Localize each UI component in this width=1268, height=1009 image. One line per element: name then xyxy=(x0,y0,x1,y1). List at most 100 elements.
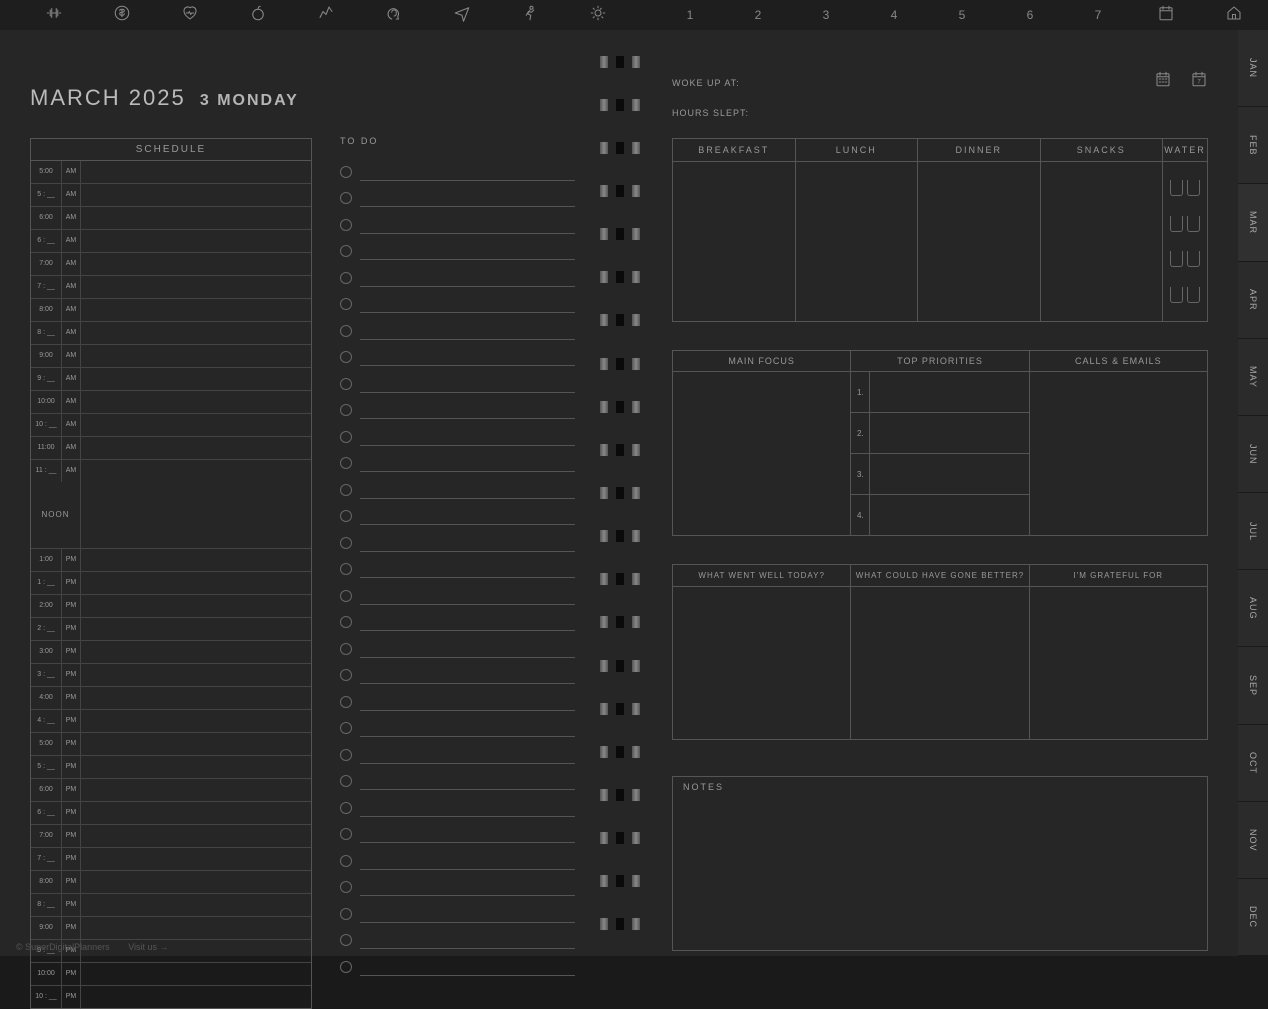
schedule-row[interactable]: 5 : __AM xyxy=(31,184,311,207)
todo-row[interactable] xyxy=(340,764,575,791)
checkbox-circle-icon[interactable] xyxy=(340,192,352,204)
month-tab-jan[interactable]: JAN xyxy=(1238,30,1268,107)
schedule-row[interactable]: 7:00PM xyxy=(31,825,311,848)
checkbox-circle-icon[interactable] xyxy=(340,961,352,973)
nutrition-icon[interactable] xyxy=(224,4,292,27)
month-view-icon[interactable] xyxy=(1154,70,1172,93)
month-tab-dec[interactable]: DEC xyxy=(1238,879,1268,956)
water-glass-icon[interactable] xyxy=(1170,180,1183,196)
month-tab-oct[interactable]: OCT xyxy=(1238,725,1268,802)
checkbox-circle-icon[interactable] xyxy=(340,775,352,787)
checkbox-circle-icon[interactable] xyxy=(340,484,352,496)
day-2[interactable]: 2 xyxy=(724,8,792,22)
footer-link[interactable]: Visit us → xyxy=(128,942,168,952)
todo-row[interactable] xyxy=(340,393,575,420)
schedule-row[interactable]: 8:00AM xyxy=(31,299,311,322)
checkbox-circle-icon[interactable] xyxy=(340,378,352,390)
todo-row[interactable] xyxy=(340,790,575,817)
checkbox-circle-icon[interactable] xyxy=(340,457,352,469)
day-1[interactable]: 1 xyxy=(656,8,724,22)
todo-row[interactable] xyxy=(340,923,575,950)
day-4[interactable]: 4 xyxy=(860,8,928,22)
todo-row[interactable] xyxy=(340,499,575,526)
todo-row[interactable] xyxy=(340,525,575,552)
schedule-row[interactable]: 8 : __AM xyxy=(31,322,311,345)
checkbox-circle-icon[interactable] xyxy=(340,934,352,946)
todo-row[interactable] xyxy=(340,419,575,446)
schedule-noon[interactable]: NOON xyxy=(31,482,311,549)
checkbox-circle-icon[interactable] xyxy=(340,749,352,761)
month-tab-may[interactable]: MAY xyxy=(1238,339,1268,416)
reflection-table[interactable]: WHAT WENT WELL TODAY? WHAT COULD HAVE GO… xyxy=(672,564,1208,740)
day-3[interactable]: 3 xyxy=(792,8,860,22)
schedule-row[interactable]: 7 : __AM xyxy=(31,276,311,299)
schedule-row[interactable]: 4 : __PM xyxy=(31,710,311,733)
schedule-row[interactable]: 10 : __AM xyxy=(31,414,311,437)
schedule-table[interactable]: SCHEDULE 5:00AM5 : __AM6:00AM6 : __AM7:0… xyxy=(30,138,312,1009)
hours-slept-label[interactable]: HOURS SLEPT: xyxy=(672,108,749,118)
checkbox-circle-icon[interactable] xyxy=(340,537,352,549)
todo-row[interactable] xyxy=(340,737,575,764)
meals-table[interactable]: BREAKFAST LUNCH DINNER SNACKS WATER xyxy=(672,138,1208,322)
day-6[interactable]: 6 xyxy=(996,8,1064,22)
schedule-row[interactable]: 9 : __AM xyxy=(31,368,311,391)
water-glass-icon[interactable] xyxy=(1187,287,1200,303)
water-glass-icon[interactable] xyxy=(1170,251,1183,267)
schedule-row[interactable]: 9:00PM xyxy=(31,917,311,940)
health-icon[interactable] xyxy=(156,4,224,27)
fitness-icon[interactable] xyxy=(20,4,88,27)
todo-row[interactable] xyxy=(340,684,575,711)
schedule-row[interactable]: 5 : __PM xyxy=(31,756,311,779)
home-icon[interactable] xyxy=(1200,4,1268,27)
checkbox-circle-icon[interactable] xyxy=(340,563,352,575)
checkbox-circle-icon[interactable] xyxy=(340,325,352,337)
schedule-row[interactable]: 9:00AM xyxy=(31,345,311,368)
day-5[interactable]: 5 xyxy=(928,8,996,22)
todo-row[interactable] xyxy=(340,870,575,897)
schedule-row[interactable]: 6:00AM xyxy=(31,207,311,230)
schedule-row[interactable]: 3 : __PM xyxy=(31,664,311,687)
todo-row[interactable] xyxy=(340,949,575,976)
month-tab-aug[interactable]: AUG xyxy=(1238,570,1268,647)
water-glass-icon[interactable] xyxy=(1187,216,1200,232)
schedule-row[interactable]: 6 : __PM xyxy=(31,802,311,825)
schedule-row[interactable]: 6 : __AM xyxy=(31,230,311,253)
checkbox-circle-icon[interactable] xyxy=(340,298,352,310)
checkbox-circle-icon[interactable] xyxy=(340,669,352,681)
focus-table[interactable]: MAIN FOCUS TOP PRIORITIES 1. 2. 3. 4. CA… xyxy=(672,350,1208,536)
notes-box[interactable]: NOTES xyxy=(672,776,1208,951)
todo-row[interactable] xyxy=(340,234,575,261)
schedule-row[interactable]: 6:00PM xyxy=(31,779,311,802)
calendar-icon[interactable] xyxy=(1132,4,1200,27)
todo-row[interactable] xyxy=(340,472,575,499)
schedule-row[interactable]: 8 : __PM xyxy=(31,894,311,917)
checkbox-circle-icon[interactable] xyxy=(340,351,352,363)
finance-icon[interactable] xyxy=(88,4,156,27)
todo-row[interactable] xyxy=(340,896,575,923)
todo-row[interactable] xyxy=(340,552,575,579)
month-tab-jul[interactable]: JUL xyxy=(1238,493,1268,570)
schedule-row[interactable]: 7:00AM xyxy=(31,253,311,276)
todo-row[interactable] xyxy=(340,711,575,738)
schedule-row[interactable]: 10:00AM xyxy=(31,391,311,414)
productivity-icon[interactable] xyxy=(292,4,360,27)
schedule-row[interactable]: 8:00PM xyxy=(31,871,311,894)
water-glass-icon[interactable] xyxy=(1187,251,1200,267)
todo-row[interactable] xyxy=(340,605,575,632)
todo-row[interactable] xyxy=(340,446,575,473)
schedule-row[interactable]: 4:00PM xyxy=(31,687,311,710)
todo-row[interactable] xyxy=(340,181,575,208)
schedule-row[interactable]: 5:00PM xyxy=(31,733,311,756)
schedule-row[interactable]: 5:00AM xyxy=(31,161,311,184)
water-glass-icon[interactable] xyxy=(1170,287,1183,303)
todo-row[interactable] xyxy=(340,843,575,870)
checkbox-circle-icon[interactable] xyxy=(340,219,352,231)
checkbox-circle-icon[interactable] xyxy=(340,245,352,257)
todo-row[interactable] xyxy=(340,817,575,844)
day-7[interactable]: 7 xyxy=(1064,8,1132,22)
todo-row[interactable] xyxy=(340,154,575,181)
schedule-row[interactable]: 11 : __AM xyxy=(31,460,311,482)
todo-row[interactable] xyxy=(340,366,575,393)
travel-icon[interactable] xyxy=(428,4,496,27)
schedule-row[interactable]: 3:00PM xyxy=(31,641,311,664)
